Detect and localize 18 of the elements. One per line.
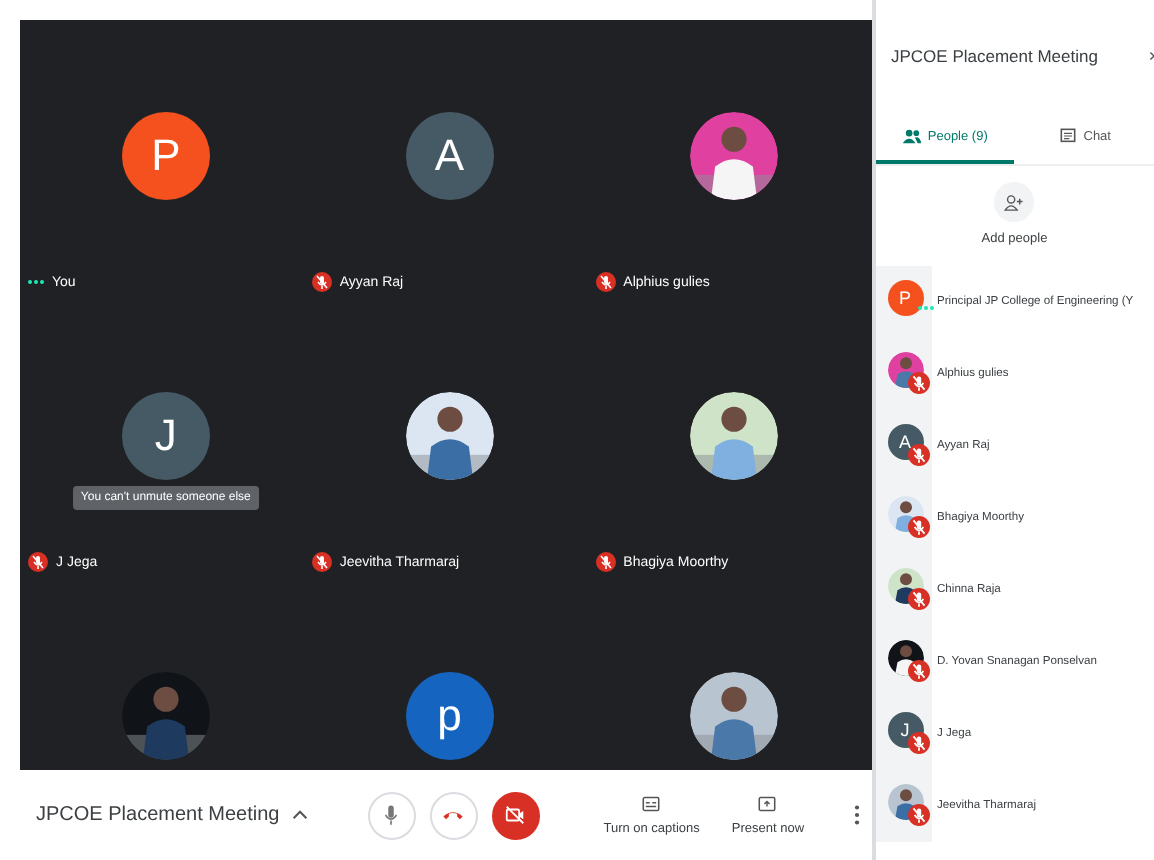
meeting-title[interactable]: JPCOE Placement Meeting (36, 804, 280, 826)
present-screen-icon (758, 795, 777, 811)
microphone-button[interactable] (367, 791, 416, 839)
camera-off-icon (504, 804, 527, 826)
camera-button[interactable] (491, 791, 540, 839)
people-icon (901, 128, 922, 144)
avatar: J (121, 392, 210, 480)
caret-icon[interactable] (291, 810, 308, 820)
chat-icon (1057, 128, 1078, 144)
add-person-icon (1004, 193, 1025, 211)
microphone-icon (380, 804, 403, 826)
captions-icon (642, 795, 661, 811)
avatar: P (121, 112, 210, 200)
avatar: p (405, 672, 494, 760)
avatar: P (887, 280, 923, 316)
more-options-icon[interactable] (853, 804, 859, 826)
panel-title: JPCOE Placement Meeting (891, 46, 1098, 66)
avatar: A (405, 112, 494, 200)
